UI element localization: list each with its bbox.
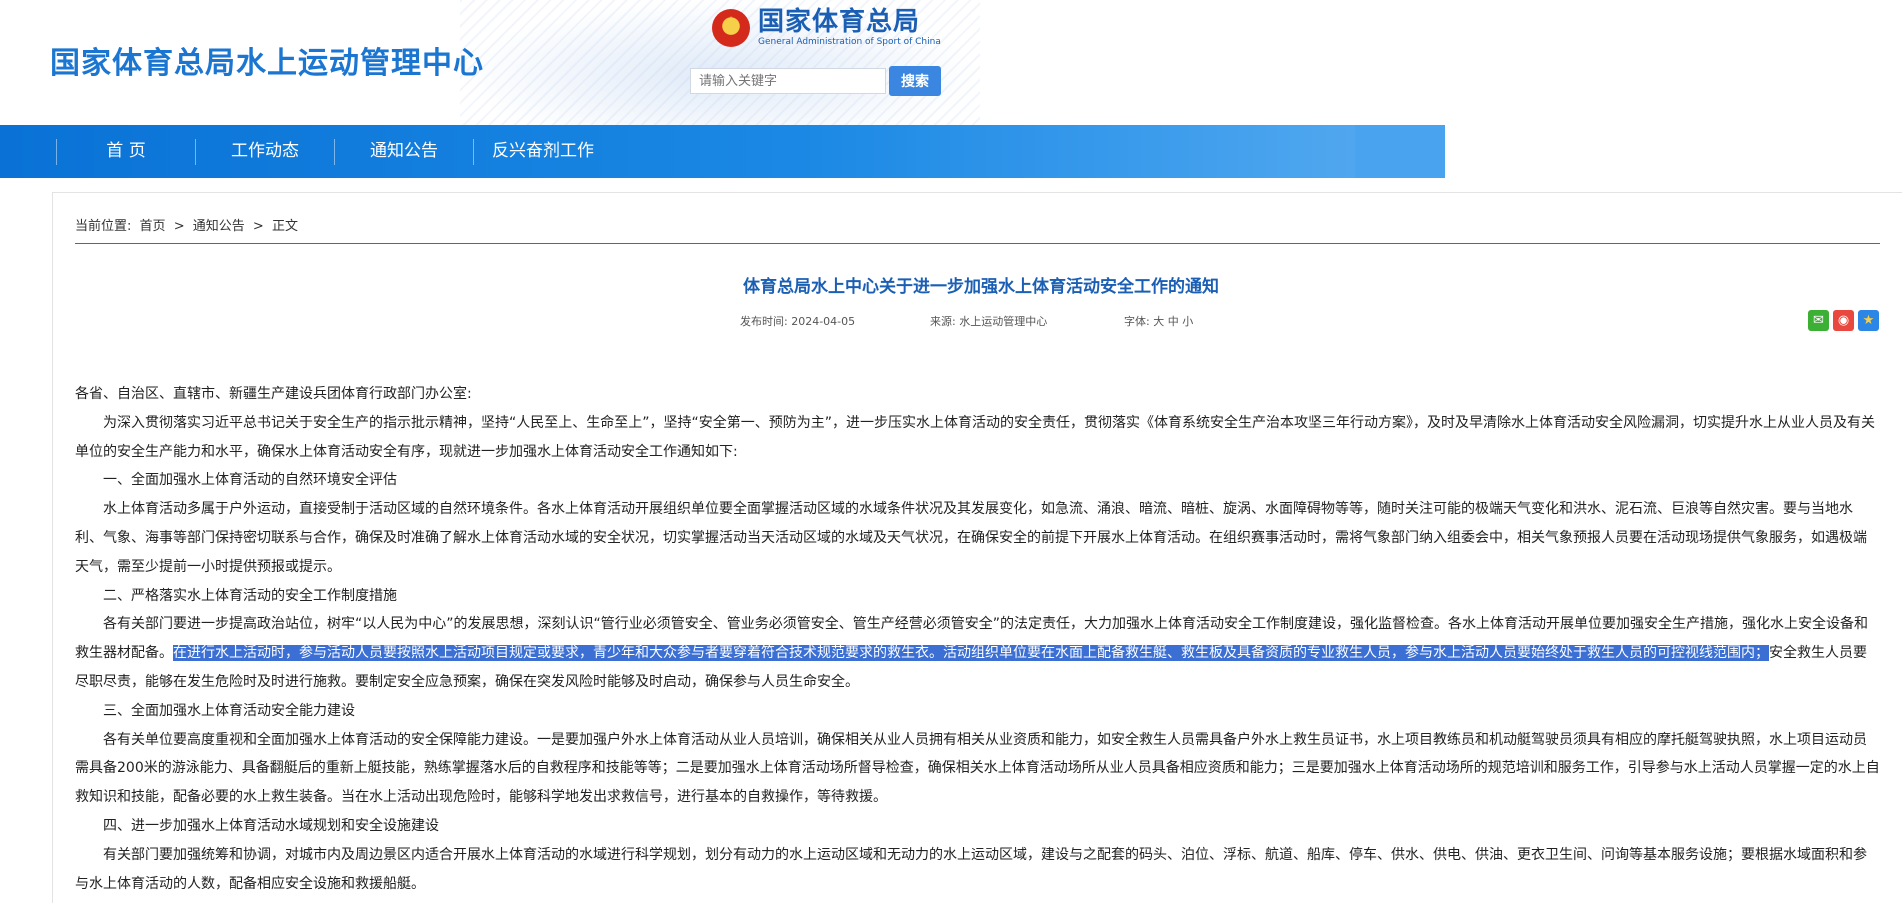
gov-name-cn: 国家体育总局: [758, 7, 921, 37]
breadcrumb-divider: [75, 243, 1880, 244]
breadcrumb: 当前位置: 首页 > 通知公告 > 正文: [75, 215, 302, 234]
article-source: 来源: 水上运动管理中心: [930, 313, 1047, 329]
article-title: 体育总局水上中心关于进一步加强水上体育活动安全工作的通知: [743, 277, 1219, 297]
font-large-option[interactable]: 大: [1153, 315, 1164, 328]
source-value: 水上运动管理中心: [959, 315, 1048, 328]
section-heading-4: 四、进一步加强水上体育活动水域规划和安全设施建设: [103, 817, 439, 834]
national-emblem-icon: [712, 9, 750, 47]
site-title[interactable]: 国家体育总局水上运动管理中心: [50, 38, 484, 82]
selected-text[interactable]: 在进行水上活动时，参与活动人员要按照水上活动项目规定或要求，青少年和大众参与者要…: [173, 645, 1769, 662]
font-size-control: 字体: 大 中 小: [1124, 313, 1193, 329]
site-header: 国家体育总局水上运动管理中心 国家体育总局 General Administra…: [0, 0, 1902, 125]
publish-label: 发布时间:: [740, 315, 788, 328]
intro-paragraph: 为深入贯彻落实习近平总书记关于安全生产的指示批示精神，坚持“人民至上、生命至上”…: [75, 414, 1876, 460]
section-paragraph-2: 各有关部门要进一步提高政治站位，树牢“以人民为中心”的发展思想，深刻认识“管行业…: [75, 610, 1880, 696]
font-label: 字体:: [1124, 315, 1150, 328]
salutation: 各省、自治区、直辖市、新疆生产建设兵团体育行政部门办公室:: [75, 386, 472, 402]
wechat-icon[interactable]: ✉: [1808, 310, 1829, 331]
section-paragraph-4: 有关部门要加强统筹和协调，对城市内及周边景区内适合开展水上体育活动的水域进行科学…: [75, 846, 1867, 892]
publish-value: 2024-04-05: [791, 315, 856, 328]
source-label: 来源:: [930, 315, 956, 328]
star-icon[interactable]: ★: [1858, 310, 1879, 331]
breadcrumb-home[interactable]: 首页: [140, 219, 166, 234]
publish-date: 发布时间: 2024-04-05: [740, 313, 855, 329]
breadcrumb-label: 当前位置:: [75, 219, 132, 234]
gov-logo[interactable]: 国家体育总局 General Administration of Sport o…: [712, 8, 941, 48]
breadcrumb-separator: >: [173, 219, 185, 234]
nav-item-home[interactable]: 首 页: [57, 125, 195, 178]
search-button[interactable]: 搜索: [889, 66, 941, 96]
gov-name-en: General Administration of Sport of China: [758, 37, 941, 47]
nav-item-notices[interactable]: 通知公告: [335, 125, 473, 178]
breadcrumb-current: 正文: [271, 219, 298, 234]
font-small-option[interactable]: 小: [1182, 315, 1193, 328]
section-heading-3: 三、全面加强水上体育活动安全能力建设: [103, 702, 355, 719]
section-paragraph-1: 水上体育活动多属于户外运动，直接受制于活动区域的自然环境条件。各水上体育活动开展…: [75, 501, 1867, 575]
section-paragraph-3: 各有关单位要高度重视和全面加强水上体育活动的安全保障能力建设。一是要加强户外水上…: [75, 731, 1880, 806]
nav-right-block: [1355, 125, 1445, 178]
font-medium-option[interactable]: 中: [1168, 315, 1179, 328]
nav-item-work-news[interactable]: 工作动态: [196, 125, 334, 178]
breadcrumb-section[interactable]: 通知公告: [193, 219, 245, 234]
search-input[interactable]: [690, 68, 886, 94]
weibo-icon[interactable]: ◉: [1833, 310, 1854, 331]
nav-item-anti-doping[interactable]: 反兴奋剂工作: [474, 125, 612, 178]
article-body: 各省、自治区、直辖市、新疆生产建设兵团体育行政部门办公室: 为深入贯彻落实习近平…: [75, 380, 1880, 898]
section-heading-2: 二、严格落实水上体育活动的安全工作制度措施: [103, 587, 397, 604]
main-nav: 首 页 工作动态 通知公告 反兴奋剂工作: [0, 125, 1445, 178]
breadcrumb-separator: >: [252, 219, 264, 234]
section-heading-1: 一、全面加强水上体育活动的自然环境安全评估: [103, 472, 397, 489]
